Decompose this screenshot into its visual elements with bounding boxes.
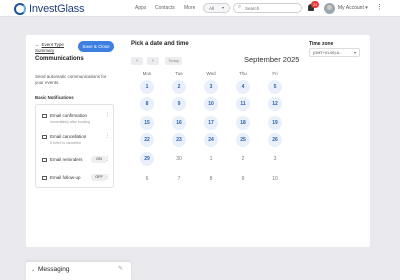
calendar-day-available[interactable]: 5 [268, 80, 282, 94]
basic-notifications-heading: Basic Notifications [35, 95, 74, 100]
calendar-day: 10 [272, 176, 278, 182]
notification-email-confirmation[interactable]: Email confirmation Immediately after boo… [36, 111, 113, 131]
prev-month-button[interactable]: ‹ [131, 57, 143, 65]
breadcrumb[interactable]: ← Event Type Summary [35, 42, 64, 53]
chevron-down-icon: ▾ [353, 50, 356, 55]
calendar-day-available[interactable]: 26 [268, 133, 282, 147]
calendar-day-available[interactable]: 8 [140, 97, 154, 111]
calendar-day-available[interactable]: 4 [236, 80, 250, 94]
calendar-day-available[interactable]: 29 [140, 152, 154, 166]
chevron-down-icon: ▾ [221, 5, 224, 10]
calendar-day: 1 [209, 156, 213, 162]
pick-date-title: Pick a date and time [131, 41, 189, 47]
month-label: September 2025 [244, 55, 300, 64]
timezone-select[interactable]: (GMT+01:00) A... ▾ [309, 48, 360, 57]
chevron-down-icon[interactable]: ⌄ [31, 267, 35, 273]
today-button[interactable]: Today [165, 57, 182, 65]
envelope-icon [42, 135, 47, 139]
more-vert-icon[interactable]: ⋮ [105, 156, 110, 162]
calendar-day-available[interactable]: 2 [172, 80, 186, 94]
search-box[interactable]: ⌕ [233, 3, 302, 13]
more-vert-icon[interactable]: ⋮ [105, 174, 110, 180]
my-account-menu[interactable]: My Account ▾ [338, 5, 368, 11]
nav-more[interactable]: More [184, 5, 195, 11]
communications-title: Communications [35, 56, 84, 62]
search-input[interactable] [245, 5, 300, 12]
nav-contacts[interactable]: Contacts [155, 5, 175, 11]
top-navbar: InvestGlass Apps Contacts More All ▾ ⌕ 2… [0, 0, 400, 17]
calendar-day-available[interactable]: 12 [268, 97, 282, 111]
calendar-day-available[interactable]: 22 [140, 133, 154, 147]
calendar-day-available[interactable]: 11 [236, 97, 250, 111]
calendar-day: 30 [176, 156, 182, 162]
calendar-day-available[interactable]: 1 [140, 80, 154, 94]
calendar-day-available[interactable]: 15 [140, 116, 154, 130]
search-icon: ⌕ [238, 4, 242, 10]
envelope-icon [42, 114, 47, 118]
calendar-day-available[interactable]: 23 [172, 133, 186, 147]
calendar-day: 8 [209, 176, 213, 182]
calendar-day-available[interactable]: 25 [236, 133, 250, 147]
weekday-header: Fri [272, 71, 278, 76]
notification-email-cancellation[interactable]: Email cancellation If event is cancelled… [36, 132, 113, 152]
back-arrow-icon: ← [35, 42, 40, 47]
weekday-header: Tue [175, 71, 183, 76]
calendar-day-available[interactable]: 18 [236, 116, 250, 130]
notification-email-followup[interactable]: Email follow-up OFF ⋮ [36, 173, 113, 193]
avatar[interactable] [324, 3, 335, 14]
calendar-day-available[interactable]: 10 [204, 97, 218, 111]
logo-text: InvestGlass [29, 2, 85, 15]
pencil-icon[interactable]: ✎ [118, 265, 123, 272]
weekday-header: Mon [142, 71, 152, 76]
calendar-day: 2 [241, 156, 245, 162]
main-card: ← Event Type Summary Save & Close Communi… [26, 35, 370, 247]
messaging-title: Messaging [38, 266, 70, 273]
calendar-day: 7 [177, 176, 181, 182]
more-vert-icon[interactable]: ⋮ [105, 133, 110, 139]
weekday-header: Thu [239, 71, 247, 76]
envelope-icon [42, 176, 47, 180]
calendar-day-available[interactable]: 24 [204, 133, 218, 147]
calendar-day-available[interactable]: 3 [204, 80, 218, 94]
logo[interactable]: InvestGlass [14, 2, 84, 15]
calendar-day: 6 [145, 176, 149, 182]
weekday-header: Wed [206, 71, 216, 76]
calendar-day-available[interactable]: 17 [204, 116, 218, 130]
timezone-title: Time zone [309, 41, 334, 47]
notifications-list: Email confirmation Immediately after boo… [35, 104, 114, 188]
notification-badge: 21 [311, 1, 319, 8]
more-vert-icon[interactable]: ⋮ [105, 112, 110, 118]
logo-icon [14, 2, 26, 15]
search-scope-select[interactable]: All ▾ [203, 3, 230, 13]
save-close-button[interactable]: Save & Close [78, 41, 114, 52]
notification-email-reminders[interactable]: Email reminders ON ⋮ [36, 155, 113, 175]
next-month-button[interactable]: › [147, 57, 159, 65]
calendar-day-available[interactable]: 9 [172, 97, 186, 111]
calendar-day: 3 [273, 156, 277, 162]
nav-apps[interactable]: Apps [135, 5, 146, 11]
envelope-icon [42, 158, 47, 162]
communications-description: Send automatic communications for your e… [35, 74, 107, 85]
more-vert-icon[interactable]: ⋮ [376, 3, 383, 11]
messaging-panel[interactable]: ⌄ Messaging ✎ [26, 262, 131, 280]
calendar-day: 9 [241, 176, 245, 182]
calendar-day-available[interactable]: 16 [172, 116, 186, 130]
calendar-day-available[interactable]: 19 [268, 116, 282, 130]
